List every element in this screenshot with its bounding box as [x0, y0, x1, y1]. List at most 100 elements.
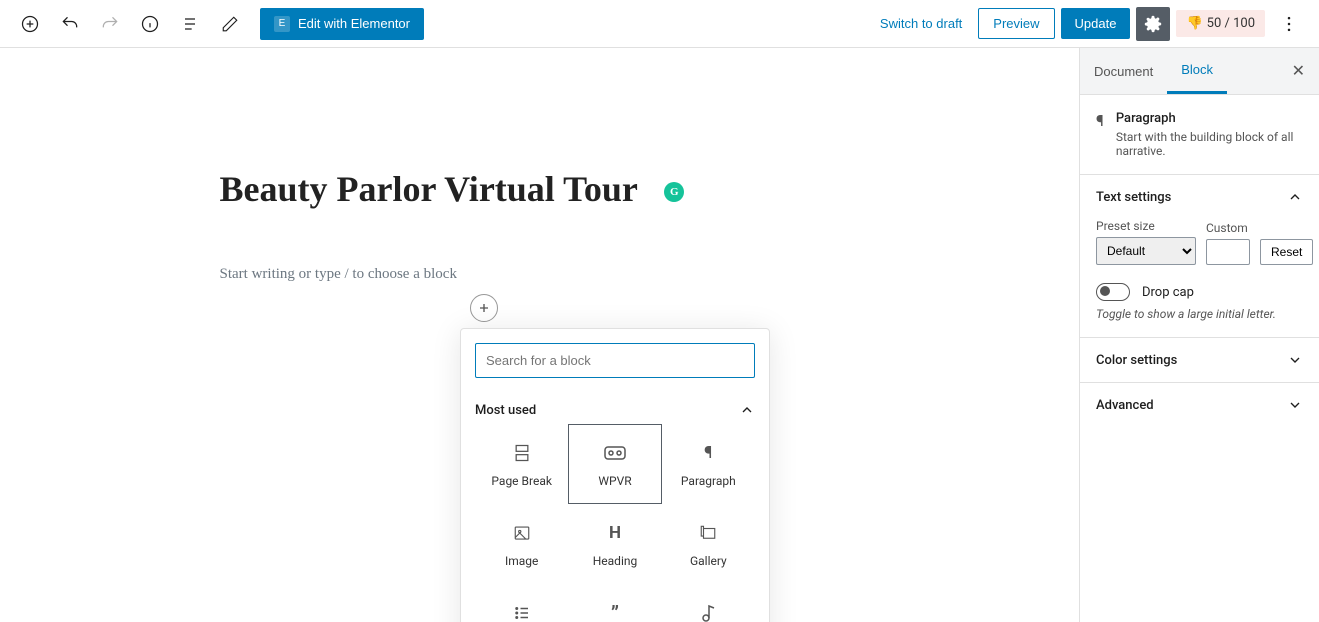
block-paragraph[interactable]: ¶ Paragraph [662, 424, 755, 504]
intro-desc: Start with the building block of all nar… [1116, 130, 1303, 158]
tab-block[interactable]: Block [1167, 48, 1227, 94]
page-break-icon [512, 440, 532, 466]
plus-circle-icon [20, 14, 40, 34]
undo-button[interactable] [52, 6, 88, 42]
plus-icon [476, 300, 492, 316]
paragraph-placeholder[interactable]: Start writing or type / to choose a bloc… [220, 266, 900, 283]
info-button[interactable] [132, 6, 168, 42]
content-wrap: Beauty Parlor Virtual Tour G Start writi… [180, 48, 900, 283]
panel-title: Color settings [1096, 353, 1177, 368]
block-label: Heading [593, 554, 638, 568]
block-audio[interactable]: Audio [662, 584, 755, 622]
redo-button[interactable] [92, 6, 128, 42]
search-block-input[interactable] [475, 343, 755, 378]
thumb-down-icon: 👎 [1186, 16, 1202, 31]
editor-canvas: Beauty Parlor Virtual Tour G Start writi… [0, 48, 1079, 622]
edit-elementor-button[interactable]: E Edit with Elementor [260, 8, 424, 40]
chevron-up-icon [1287, 189, 1303, 205]
image-icon [513, 520, 531, 546]
color-settings-header[interactable]: Color settings [1080, 338, 1319, 382]
vr-icon [604, 440, 626, 466]
undo-icon [60, 14, 80, 34]
tab-document[interactable]: Document [1080, 50, 1167, 93]
gear-icon [1144, 15, 1162, 33]
block-image[interactable]: Image [475, 504, 568, 584]
text-settings-panel: Text settings Preset size Default Custom [1080, 174, 1319, 337]
block-label: WPVR [598, 474, 631, 488]
intro-text: Paragraph Start with the building block … [1116, 111, 1303, 158]
preset-label: Preset size [1096, 219, 1196, 233]
block-inserter-popover: Most used Page Break WPVR ¶ Paragraph [460, 328, 770, 622]
list-block-icon [513, 600, 531, 622]
outline-button[interactable] [172, 6, 208, 42]
paragraph-icon: ¶ [704, 440, 712, 466]
switch-draft-button[interactable]: Switch to draft [870, 10, 972, 37]
text-settings-body: Preset size Default Custom Reset Drop ca… [1080, 219, 1319, 337]
heading-icon: H [609, 520, 621, 546]
settings-sidebar: Document Block ✕ ¶ Paragraph Start with … [1079, 48, 1319, 622]
block-intro: ¶ Paragraph Start with the building bloc… [1080, 95, 1319, 174]
color-settings-panel: Color settings [1080, 337, 1319, 382]
block-label: Page Break [491, 474, 552, 488]
sidebar-close-button[interactable]: ✕ [1278, 49, 1319, 93]
drop-cap-toggle[interactable] [1096, 283, 1130, 301]
reset-button[interactable]: Reset [1260, 239, 1313, 265]
pencil-icon [221, 15, 239, 33]
preset-select[interactable]: Default [1096, 237, 1196, 265]
post-title-text: Beauty Parlor Virtual Tour [220, 169, 638, 209]
seo-score-badge[interactable]: 👎 50 / 100 [1176, 10, 1265, 37]
settings-button[interactable] [1136, 7, 1170, 41]
size-row: Preset size Default Custom Reset [1096, 219, 1303, 265]
chevron-up-icon [739, 402, 755, 418]
gallery-icon [699, 520, 717, 546]
advanced-header[interactable]: Advanced [1080, 383, 1319, 427]
info-icon [140, 14, 160, 34]
inserter-section-header[interactable]: Most used [475, 392, 755, 424]
advanced-panel: Advanced [1080, 382, 1319, 427]
block-heading[interactable]: H Heading [568, 504, 661, 584]
list-icon [180, 14, 200, 34]
top-toolbar: E Edit with Elementor Switch to draft Pr… [0, 0, 1319, 48]
elementor-label: Edit with Elementor [298, 16, 410, 31]
preset-field: Preset size Default [1096, 219, 1196, 265]
drop-cap-row: Drop cap [1096, 283, 1303, 301]
block-label: Image [505, 554, 538, 568]
main-area: Beauty Parlor Virtual Tour G Start writi… [0, 48, 1319, 622]
block-quote[interactable]: ” Quote [568, 584, 661, 622]
chevron-down-icon [1287, 397, 1303, 413]
block-list[interactable]: List [475, 584, 568, 622]
panel-title: Advanced [1096, 398, 1154, 413]
inserter-body[interactable]: Most used Page Break WPVR ¶ Paragraph [461, 392, 769, 622]
preview-button[interactable]: Preview [978, 8, 1054, 39]
intro-title: Paragraph [1116, 111, 1303, 126]
section-label: Most used [475, 403, 536, 418]
post-title[interactable]: Beauty Parlor Virtual Tour G [220, 168, 900, 210]
edit-button[interactable] [212, 6, 248, 42]
dots-vertical-icon [1279, 14, 1299, 34]
grammarly-icon[interactable]: G [664, 182, 684, 202]
block-label: Paragraph [681, 474, 736, 488]
score-value: 50 / 100 [1207, 16, 1255, 31]
update-button[interactable]: Update [1061, 8, 1131, 39]
drop-cap-help: Toggle to show a large initial letter. [1096, 307, 1303, 321]
block-wpvr[interactable]: WPVR [568, 424, 661, 504]
custom-field: Custom [1206, 221, 1250, 265]
chevron-down-icon [1287, 352, 1303, 368]
redo-icon [100, 14, 120, 34]
drop-cap-label: Drop cap [1142, 285, 1194, 300]
custom-size-input[interactable] [1206, 239, 1250, 265]
inserter-search-wrap [475, 343, 755, 378]
block-gallery[interactable]: Gallery [662, 504, 755, 584]
inline-add-block-button[interactable] [470, 294, 498, 322]
audio-icon [701, 600, 715, 622]
quote-icon: ” [611, 600, 619, 622]
paragraph-icon: ¶ [1096, 111, 1104, 158]
more-menu-button[interactable] [1271, 6, 1307, 42]
custom-label: Custom [1206, 221, 1250, 235]
block-page-break[interactable]: Page Break [475, 424, 568, 504]
text-settings-header[interactable]: Text settings [1080, 175, 1319, 219]
elementor-logo-icon: E [274, 16, 290, 32]
block-grid: Page Break WPVR ¶ Paragraph Image [475, 424, 755, 622]
add-block-button[interactable] [12, 6, 48, 42]
sidebar-tabs: Document Block ✕ [1080, 48, 1319, 95]
